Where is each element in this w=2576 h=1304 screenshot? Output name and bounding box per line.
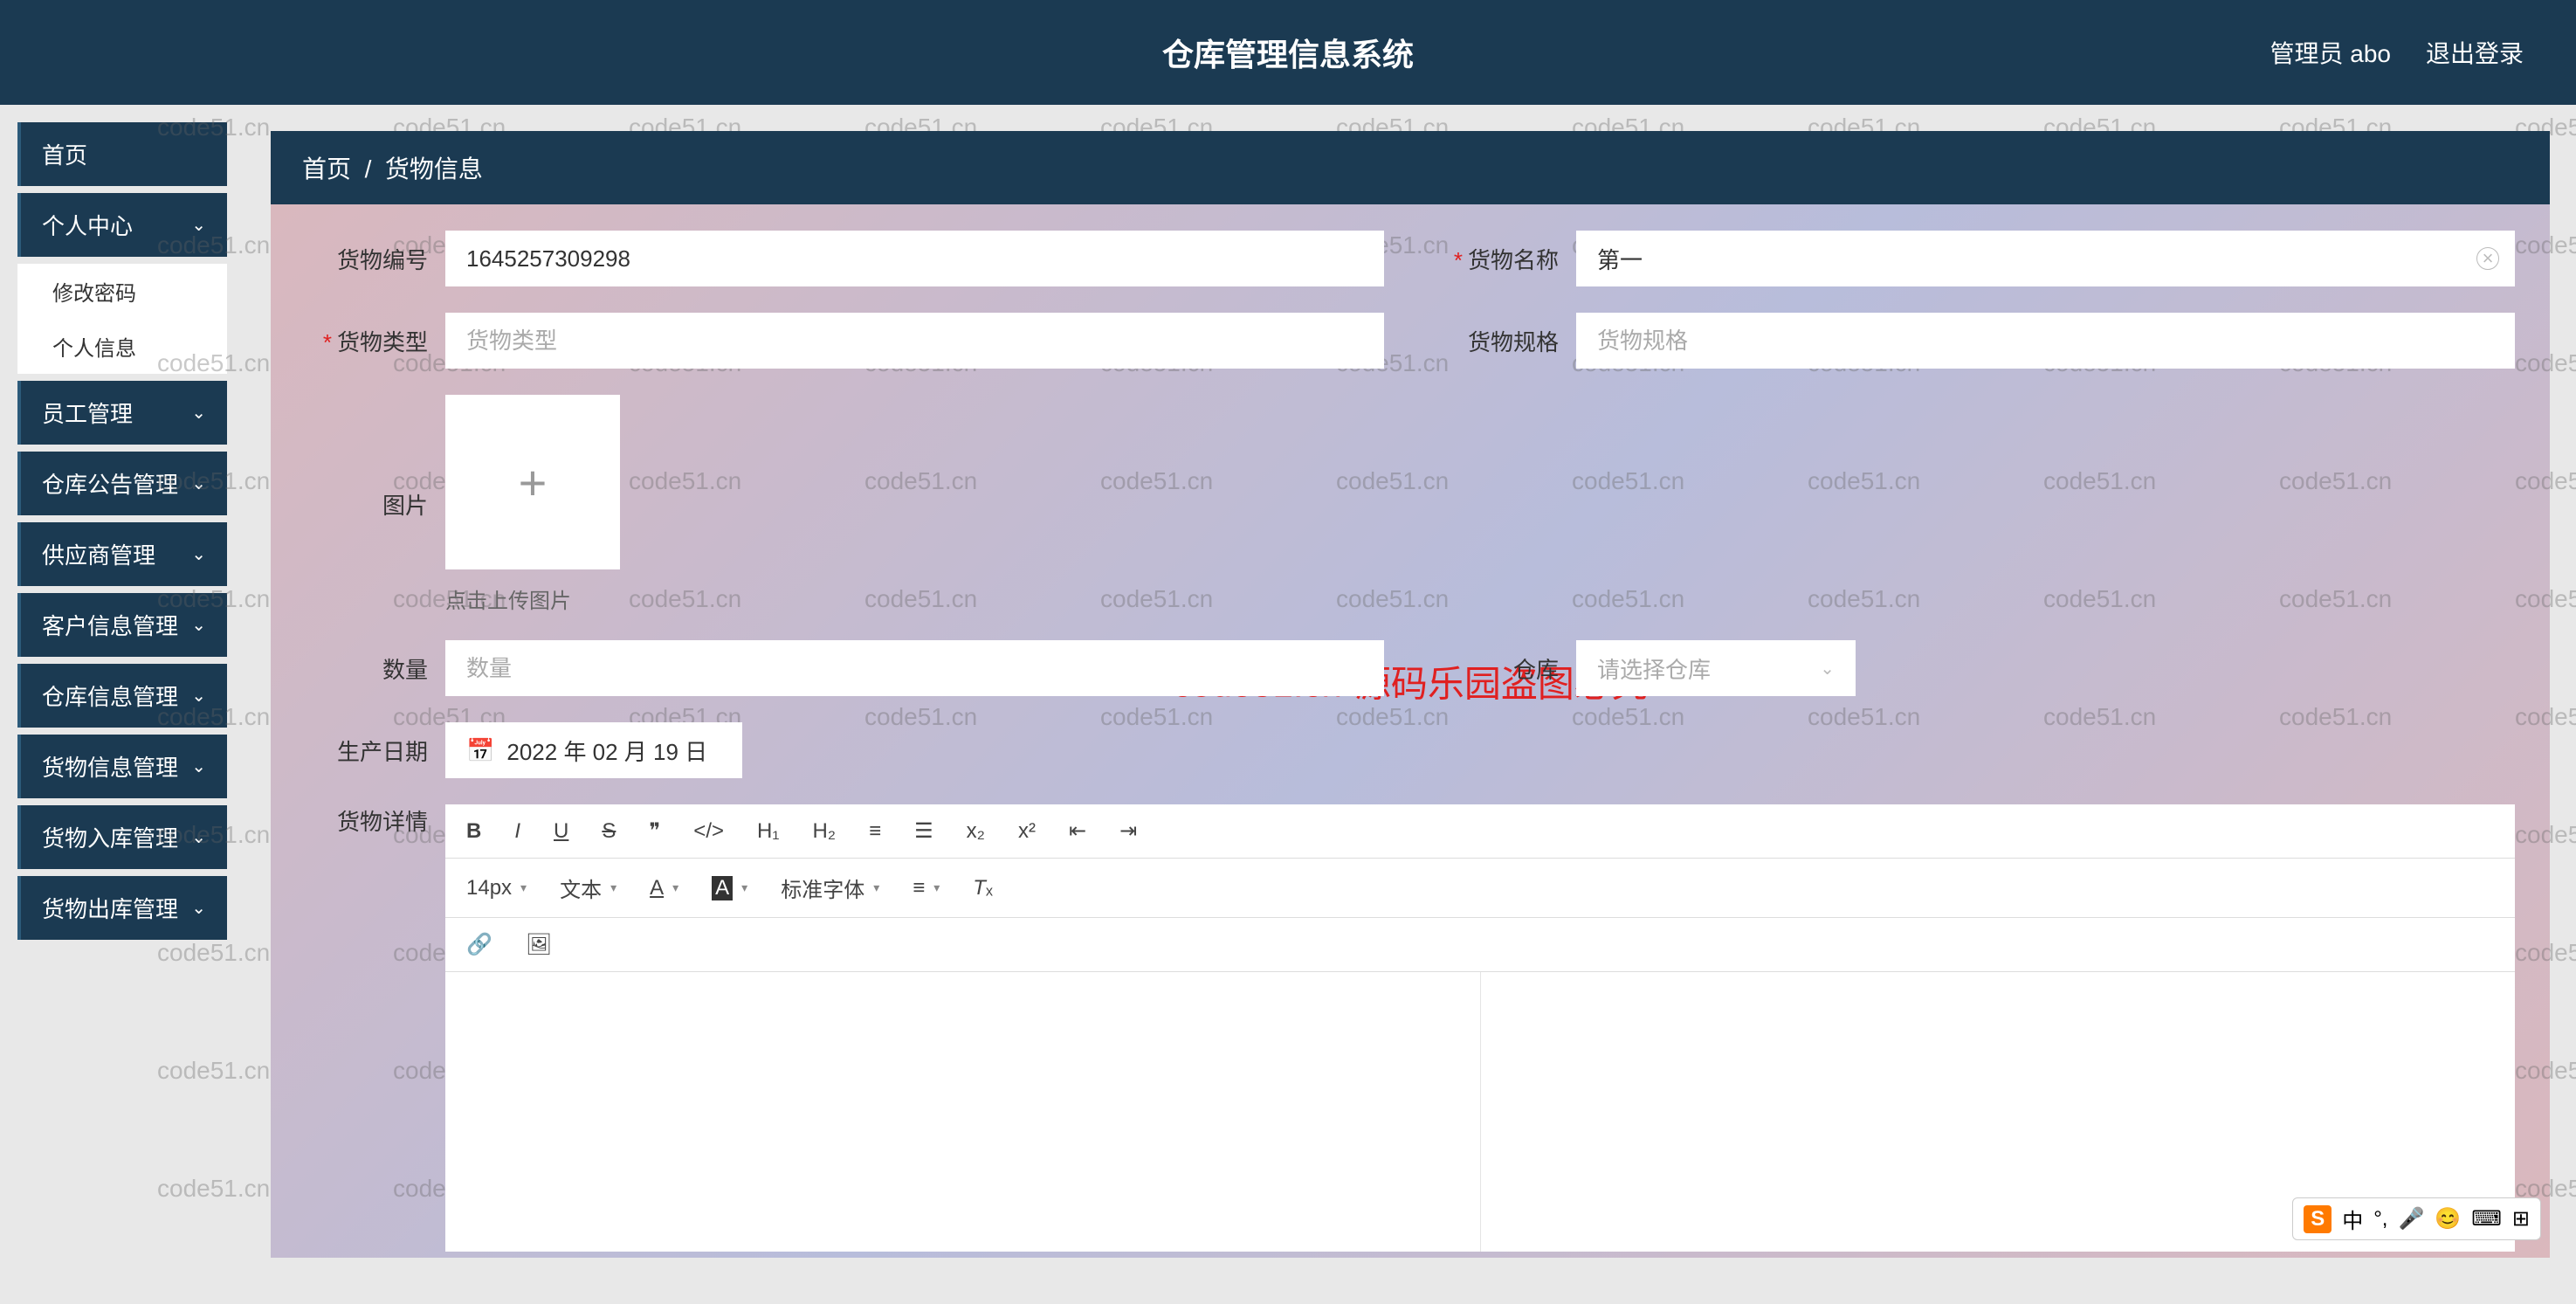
input-qty[interactable] bbox=[445, 640, 1384, 696]
menu-outbound[interactable]: 货物出库管理⌄ bbox=[17, 876, 227, 940]
align-select[interactable]: ≡▾ bbox=[907, 871, 945, 906]
chevron-down-icon: ⌄ bbox=[191, 614, 206, 636]
ime-emoji-icon[interactable]: 😊 bbox=[2435, 1206, 2461, 1232]
menu-staff[interactable]: 员工管理⌄ bbox=[17, 381, 227, 445]
menu-notice[interactable]: 仓库公告管理⌄ bbox=[17, 452, 227, 515]
menu-personal[interactable]: 个人中心⌄ bbox=[17, 193, 227, 257]
main: code51.cn-源码乐园盗图必究 code51.cncode51.cncod… bbox=[245, 105, 2576, 1258]
label-image: 图片 bbox=[306, 488, 445, 521]
indent-button[interactable]: ⇤ bbox=[1064, 813, 1092, 849]
ol-button[interactable]: ≡ bbox=[864, 814, 886, 849]
sup-button[interactable]: x² bbox=[1013, 814, 1041, 849]
input-code[interactable] bbox=[445, 231, 1384, 286]
ime-bar[interactable]: S 中 °, 🎤 😊 ⌨ ⊞ bbox=[2292, 1197, 2541, 1240]
font-color-select[interactable]: A▾ bbox=[644, 871, 684, 906]
select-warehouse[interactable]: 请选择仓库 ⌄ bbox=[1576, 640, 1856, 696]
code-button[interactable]: </> bbox=[688, 814, 729, 849]
calendar-icon: 📅 bbox=[466, 737, 494, 764]
app-title: 仓库管理信息系统 bbox=[1162, 30, 1414, 75]
input-date[interactable]: 📅 2022 年 02 月 19 日 bbox=[445, 722, 742, 778]
h2-button[interactable]: H₂ bbox=[807, 814, 841, 849]
submenu-change-password[interactable]: 修改密码 bbox=[17, 264, 227, 319]
menu-goods[interactable]: 货物信息管理⌄ bbox=[17, 735, 227, 798]
chevron-down-icon: ⌄ bbox=[191, 543, 206, 565]
upload-hint: 点击上传图片 bbox=[445, 583, 620, 614]
ime-logo-icon: S bbox=[2304, 1205, 2331, 1233]
ime-grid-icon[interactable]: ⊞ bbox=[2512, 1206, 2530, 1232]
link-button[interactable]: 🔗 bbox=[461, 927, 498, 962]
editor-toolbar: B I U S ❞ </> H₁ H₂ ≡ ☰ x₂ bbox=[445, 804, 2515, 859]
sub-button[interactable]: x₂ bbox=[961, 814, 990, 849]
chevron-down-icon: ⌄ bbox=[191, 473, 206, 494]
menu-supplier[interactable]: 供应商管理⌄ bbox=[17, 522, 227, 586]
input-spec[interactable] bbox=[1576, 313, 2515, 369]
strike-button[interactable]: S bbox=[596, 814, 621, 849]
submenu-personal: 修改密码 个人信息 bbox=[17, 264, 227, 374]
font-family-select[interactable]: 标准字体▾ bbox=[775, 867, 885, 908]
label-type: *货物类型 bbox=[306, 325, 445, 357]
label-warehouse: 仓库 bbox=[1436, 652, 1576, 685]
label-date: 生产日期 bbox=[306, 735, 445, 767]
sidebar: 首页 个人中心⌄ 修改密码 个人信息 员工管理⌄ 仓库公告管理⌄ 供应商管理⌄ … bbox=[0, 105, 245, 1258]
editor-toolbar-2: 14px▾ 文本▾ A▾ A▾ 标准字体▾ ≡▾ Tₓ bbox=[445, 859, 2515, 918]
chevron-down-icon: ⌄ bbox=[191, 826, 206, 848]
breadcrumb: 首页 / 货物信息 bbox=[271, 131, 2550, 204]
label-detail: 货物详情 bbox=[306, 804, 445, 837]
chevron-down-icon: ⌄ bbox=[191, 685, 206, 707]
editor-body[interactable] bbox=[445, 972, 2515, 1252]
chevron-down-icon: ⌄ bbox=[191, 755, 206, 777]
breadcrumb-current: 货物信息 bbox=[385, 155, 483, 183]
ime-lang[interactable]: 中 bbox=[2342, 1204, 2363, 1234]
italic-button[interactable]: I bbox=[509, 814, 526, 849]
label-name: *货物名称 bbox=[1436, 243, 1576, 275]
menu-warehouse[interactable]: 仓库信息管理⌄ bbox=[17, 664, 227, 728]
ime-punct-icon[interactable]: °, bbox=[2373, 1207, 2387, 1232]
clear-icon[interactable]: × bbox=[2476, 247, 2499, 270]
chevron-down-icon: ⌄ bbox=[191, 214, 206, 236]
bg-color-select[interactable]: A▾ bbox=[706, 871, 753, 906]
menu-inbound[interactable]: 货物入库管理⌄ bbox=[17, 805, 227, 869]
bold-button[interactable]: B bbox=[461, 814, 486, 849]
input-type[interactable] bbox=[445, 313, 1384, 369]
underline-button[interactable]: U bbox=[548, 814, 574, 849]
breadcrumb-home[interactable]: 首页 bbox=[302, 155, 351, 183]
label-code: 货物编号 bbox=[306, 243, 445, 275]
text-mode-select[interactable]: 文本▾ bbox=[554, 867, 622, 908]
upload-box[interactable]: + bbox=[445, 395, 620, 569]
user-label[interactable]: 管理员 abo bbox=[2269, 35, 2391, 70]
image-button[interactable]: 🖼 bbox=[520, 927, 557, 962]
chevron-down-icon: ⌄ bbox=[191, 897, 206, 919]
ul-button[interactable]: ☰ bbox=[909, 813, 939, 849]
label-qty: 数量 bbox=[306, 652, 445, 685]
topbar: 仓库管理信息系统 管理员 abo 退出登录 bbox=[0, 0, 2576, 105]
label-spec: 货物规格 bbox=[1436, 325, 1576, 357]
menu-customer[interactable]: 客户信息管理⌄ bbox=[17, 593, 227, 657]
menu-home[interactable]: 首页 bbox=[17, 122, 227, 186]
quote-button[interactable]: ❞ bbox=[644, 813, 665, 849]
outdent-button[interactable]: ⇥ bbox=[1114, 813, 1142, 849]
chevron-down-icon: ⌄ bbox=[1820, 658, 1835, 680]
font-size-select[interactable]: 14px▾ bbox=[461, 871, 532, 906]
logout-link[interactable]: 退出登录 bbox=[2426, 35, 2524, 70]
h1-button[interactable]: H₁ bbox=[752, 814, 784, 849]
clear-format-button[interactable]: Tₓ bbox=[968, 871, 998, 906]
input-name[interactable] bbox=[1576, 231, 2515, 286]
submenu-profile[interactable]: 个人信息 bbox=[17, 319, 227, 374]
ime-keyboard-icon[interactable]: ⌨ bbox=[2471, 1206, 2502, 1232]
editor-toolbar-3: 🔗 🖼 bbox=[445, 918, 2515, 972]
chevron-down-icon: ⌄ bbox=[191, 402, 206, 424]
rich-editor: B I U S ❞ </> H₁ H₂ ≡ ☰ x₂ bbox=[445, 804, 2515, 1252]
ime-voice-icon[interactable]: 🎤 bbox=[2398, 1206, 2424, 1232]
